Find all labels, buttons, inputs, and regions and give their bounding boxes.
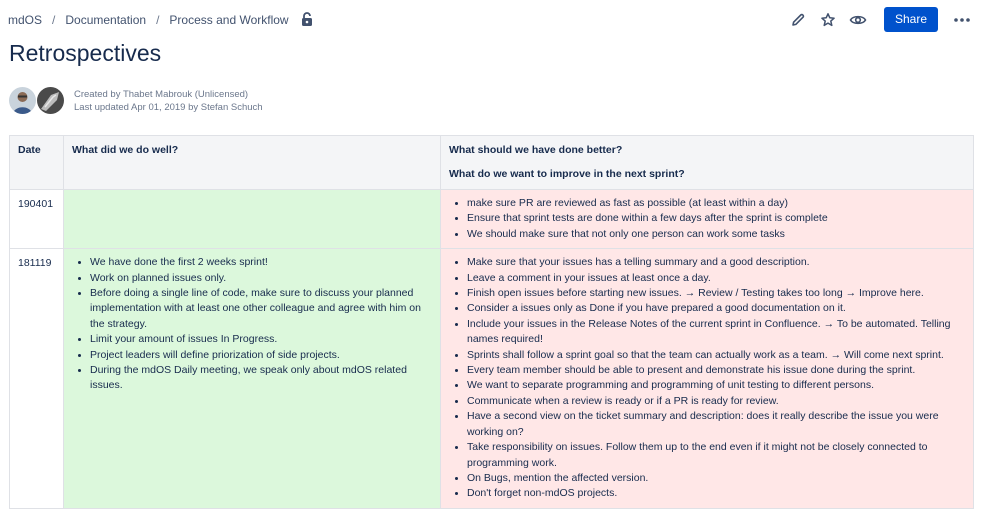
row-date: 190401 — [9, 188, 64, 250]
list-item: Make sure that your issues has a telling… — [467, 255, 965, 270]
page-meta: Created by Thabet Mabrouk (Unlicensed) L… — [74, 88, 263, 114]
improve-cell: Make sure that your issues has a telling… — [440, 248, 974, 509]
created-by-text: Created by Thabet Mabrouk (Unlicensed) — [74, 88, 249, 100]
list-item: Sprints shall follow a sprint goal so th… — [467, 348, 965, 363]
list-item: Consider a issues only as Done if you ha… — [467, 301, 965, 316]
list-item: Every team member should be able to pres… — [467, 363, 965, 378]
improve-cell: make sure PR are reviewed as fast as pos… — [440, 188, 974, 250]
page-title: Retrospectives — [9, 40, 162, 66]
page-actions: Share — [780, 7, 974, 32]
header-improve-line1: What should we have done better? — [449, 144, 623, 156]
breadcrumb-separator: / — [156, 12, 160, 27]
list-item: make sure PR are reviewed as fast as pos… — [467, 196, 965, 211]
improve-list: Make sure that your issues has a telling… — [449, 255, 965, 502]
page-byline: Created by Thabet Mabrouk (Unlicensed) L… — [9, 87, 263, 114]
watch-icon[interactable] — [846, 8, 870, 32]
share-button[interactable]: Share — [883, 7, 938, 32]
unlock-icon[interactable] — [301, 12, 315, 27]
breadcrumb-item-documentation[interactable]: Documentation — [65, 13, 146, 27]
list-item: We should make sure that not only one pe… — [467, 227, 965, 242]
list-item: Communicate when a review is ready or if… — [467, 394, 965, 409]
table-row: 190401 make sure PR are reviewed as fast… — [9, 188, 974, 250]
more-icon[interactable] — [950, 8, 974, 32]
did-well-cell — [63, 188, 441, 250]
top-bar: mdOS / Documentation / Process and Workf… — [0, 0, 998, 40]
breadcrumb-item-mdos[interactable]: mdOS — [8, 13, 42, 27]
breadcrumb-item-process-and-workflow[interactable]: Process and Workflow — [169, 13, 288, 27]
list-item: Take responsibility on issues. Follow th… — [467, 440, 965, 471]
breadcrumb: mdOS / Documentation / Process and Workf… — [8, 12, 315, 27]
list-item: On Bugs, mention the affected version. — [467, 471, 965, 486]
edit-icon[interactable] — [786, 8, 810, 32]
list-item: Before doing a single line of code, make… — [90, 286, 432, 332]
list-item: Finish open issues before starting new i… — [467, 286, 965, 301]
list-item: Leave a comment in your issues at least … — [467, 271, 965, 286]
list-item: During the mdOS Daily meeting, we speak … — [90, 363, 432, 394]
retrospective-table: Date What did we do well? What should we… — [9, 135, 974, 509]
last-updated-text[interactable]: Last updated Apr 01, 2019 by Stefan Schu… — [74, 101, 263, 114]
list-item: Include your issues in the Release Notes… — [467, 317, 965, 348]
avatar[interactable] — [37, 87, 64, 114]
breadcrumb-separator: / — [52, 12, 56, 27]
table-row: 181119 We have done the first 2 weeks sp… — [9, 248, 974, 509]
did-well-cell: We have done the first 2 weeks sprint! W… — [63, 248, 441, 509]
avatar[interactable] — [9, 87, 36, 114]
list-item: Limit your amount of issues In Progress. — [90, 332, 432, 347]
improve-list: make sure PR are reviewed as fast as pos… — [449, 196, 965, 242]
header-did-well: What did we do well? — [63, 135, 441, 190]
list-item: Have a second view on the ticket summary… — [467, 409, 965, 440]
star-icon[interactable] — [816, 8, 840, 32]
list-item: Work on planned issues only. — [90, 271, 432, 286]
contributor-avatars — [9, 87, 65, 114]
header-date: Date — [9, 135, 64, 190]
list-item: We have done the first 2 weeks sprint! — [90, 255, 432, 270]
header-improve-line2: What do we want to improve in the next s… — [449, 168, 685, 180]
list-item: We want to separate programming and prog… — [467, 378, 965, 393]
row-date: 181119 — [9, 248, 64, 509]
table-header-row: Date What did we do well? What should we… — [9, 135, 974, 190]
list-item: Ensure that sprint tests are done within… — [467, 211, 965, 226]
header-improve: What should we have done better? What do… — [440, 135, 974, 190]
did-well-list: We have done the first 2 weeks sprint! W… — [72, 255, 432, 394]
list-item: Project leaders will define priorization… — [90, 348, 432, 363]
list-item: Don't forget non-mdOS projects. — [467, 486, 965, 501]
